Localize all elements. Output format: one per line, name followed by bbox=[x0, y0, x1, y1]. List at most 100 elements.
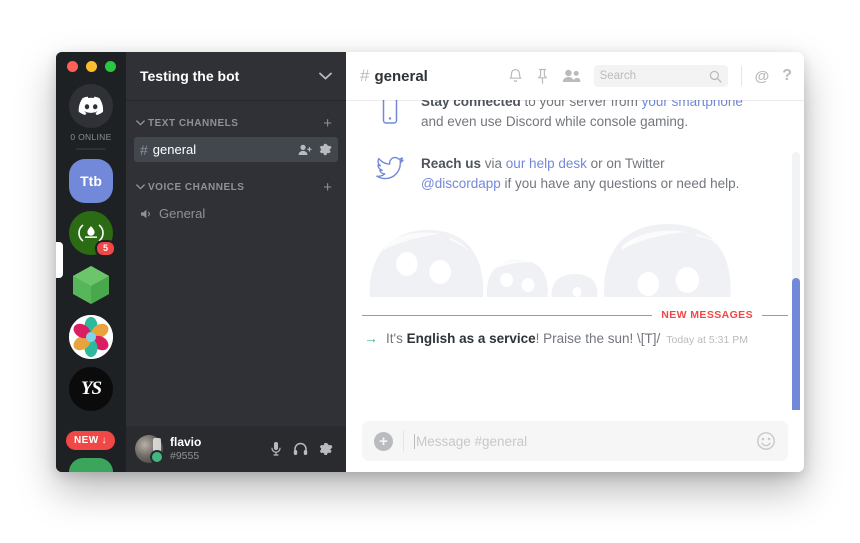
user-panel: flavio #9555 bbox=[126, 426, 346, 472]
guild-name: Testing the bot bbox=[140, 68, 240, 84]
new-badge-label: NEW bbox=[74, 435, 99, 446]
sys-suffix-label: ! Praise the sun! \[T]/ bbox=[535, 331, 661, 346]
category-collapse-icon bbox=[136, 120, 145, 126]
pin-icon[interactable] bbox=[536, 68, 549, 85]
window-traffic-lights bbox=[56, 52, 126, 80]
add-voice-channel-button[interactable]: + bbox=[323, 180, 332, 195]
server-icon-pinwheel[interactable] bbox=[69, 315, 113, 359]
message-composer[interactable]: + Message #general bbox=[362, 421, 788, 461]
sys-prefix-label: It's bbox=[386, 331, 407, 346]
server-initials-label: Ttb bbox=[80, 173, 102, 189]
discordapp-handle-link[interactable]: @discordapp bbox=[421, 176, 501, 191]
welcome-message-twitter: Reach us via our help desk or on Twitter… bbox=[360, 150, 790, 194]
server-icon-partial[interactable] bbox=[69, 458, 113, 472]
bell-icon[interactable] bbox=[508, 68, 523, 85]
discord-clyde-icon bbox=[78, 96, 104, 116]
clyde-watermark-art bbox=[360, 202, 790, 297]
discriminator-label: #9555 bbox=[170, 449, 200, 462]
chevron-down-icon bbox=[319, 72, 332, 80]
upload-attachment-button[interactable]: + bbox=[374, 431, 393, 451]
server-icon-flame[interactable]: 5 bbox=[69, 211, 116, 257]
members-icon[interactable] bbox=[562, 69, 581, 83]
page-title: # general bbox=[360, 66, 428, 86]
join-arrow-icon: → bbox=[364, 330, 378, 346]
header-divider bbox=[740, 66, 742, 86]
welcome-tail-label: or on Twitter bbox=[586, 156, 665, 171]
channel-list: TEXT CHANNELS + # general VOICE CHANNELS… bbox=[126, 100, 346, 426]
main-content: # general Search @ ? Stay connected to y… bbox=[346, 52, 804, 472]
search-icon bbox=[709, 70, 722, 83]
welcome-line2-tail-label: if you have any questions or need help. bbox=[500, 176, 740, 191]
gear-icon[interactable] bbox=[319, 442, 333, 456]
down-arrow-icon: ↓ bbox=[101, 435, 107, 446]
welcome-text-smartphone: Stay connected to your server from your … bbox=[421, 100, 743, 132]
message-placeholder: Message #general bbox=[416, 433, 528, 449]
channel-name: general bbox=[152, 142, 197, 157]
scrollbar-thumb[interactable] bbox=[792, 278, 800, 410]
welcome-rest-label: via bbox=[481, 156, 506, 171]
active-server-indicator bbox=[56, 242, 63, 278]
search-input[interactable]: Search bbox=[593, 65, 728, 87]
system-message-row: → It's English as a service! Praise the … bbox=[360, 327, 790, 346]
channel-title-label: general bbox=[374, 67, 428, 85]
welcome-message-smartphone: Stay connected to your server from your … bbox=[360, 100, 790, 132]
welcome-bold-label: Reach us bbox=[421, 156, 482, 171]
guild-header[interactable]: Testing the bot bbox=[126, 52, 346, 100]
avatar[interactable] bbox=[135, 435, 164, 464]
add-member-icon[interactable] bbox=[298, 144, 312, 156]
emoji-icon[interactable] bbox=[756, 431, 776, 451]
category-label: TEXT CHANNELS bbox=[148, 117, 239, 129]
pinwheel-icon bbox=[69, 315, 113, 359]
text-caret bbox=[414, 433, 415, 449]
hexagon-icon bbox=[73, 266, 109, 304]
smartphone-icon bbox=[372, 100, 408, 128]
unread-badge: 5 bbox=[95, 240, 116, 257]
category-label: VOICE CHANNELS bbox=[148, 181, 245, 193]
help-icon[interactable]: ? bbox=[782, 67, 792, 85]
channel-item-general[interactable]: # general bbox=[134, 137, 338, 162]
window-close-button[interactable] bbox=[67, 60, 78, 72]
window-minimize-button[interactable] bbox=[86, 60, 97, 72]
headphones-icon[interactable] bbox=[293, 442, 308, 456]
hash-icon: # bbox=[140, 141, 148, 158]
message-list: Stay connected to your server from your … bbox=[346, 100, 804, 410]
search-placeholder: Search bbox=[599, 70, 637, 82]
composer-divider bbox=[403, 430, 404, 452]
add-text-channel-button[interactable]: + bbox=[323, 116, 332, 131]
composer-area: + Message #general bbox=[346, 410, 804, 472]
gear-icon[interactable] bbox=[319, 143, 332, 156]
category-text-channels[interactable]: TEXT CHANNELS + bbox=[126, 114, 346, 132]
microphone-icon[interactable] bbox=[270, 441, 282, 457]
divider-line-left bbox=[362, 314, 653, 316]
server-icon-hexagon[interactable] bbox=[69, 263, 113, 307]
voice-channel-name: General bbox=[159, 206, 206, 221]
message-timestamp: Today at 5:31 PM bbox=[666, 334, 748, 346]
server-icon-ttb[interactable]: Ttb bbox=[69, 159, 113, 203]
category-voice-channels[interactable]: VOICE CHANNELS + bbox=[126, 178, 346, 196]
speaker-icon bbox=[140, 208, 154, 220]
username-label: flavio bbox=[170, 435, 202, 450]
welcome-rest-label: to your server from bbox=[520, 100, 642, 109]
twitter-bird-icon bbox=[372, 154, 408, 184]
welcome-line2-label: and even use Discord while console gamin… bbox=[421, 114, 689, 129]
window-maximize-button[interactable] bbox=[105, 60, 116, 72]
clyde-faces-decoration bbox=[369, 224, 731, 297]
discord-window: 0 ONLINE Ttb 5 YS NEW ↓ Testing the bot … bbox=[56, 52, 804, 472]
server-rail: 0 ONLINE Ttb 5 YS NEW ↓ bbox=[56, 52, 126, 472]
mentions-icon[interactable]: @ bbox=[755, 68, 770, 85]
sys-bold-label: English as a service bbox=[406, 331, 536, 346]
home-button[interactable] bbox=[69, 84, 113, 128]
server-icon-script[interactable]: YS bbox=[69, 367, 113, 411]
smartphone-link[interactable]: your smartphone bbox=[642, 100, 743, 109]
hash-icon: # bbox=[360, 66, 370, 85]
new-servers-badge[interactable]: NEW ↓ bbox=[66, 431, 115, 450]
help-desk-link[interactable]: our help desk bbox=[506, 156, 587, 171]
channel-header: # general Search @ ? bbox=[346, 52, 804, 100]
message-input[interactable]: Message #general bbox=[414, 433, 746, 449]
category-collapse-icon bbox=[136, 184, 145, 190]
channel-item-voice-general[interactable]: General bbox=[134, 201, 338, 226]
status-badge bbox=[150, 450, 164, 464]
rail-divider bbox=[76, 148, 106, 150]
new-messages-divider: NEW MESSAGES bbox=[362, 309, 788, 321]
welcome-bold-label: Stay connected bbox=[421, 100, 521, 109]
